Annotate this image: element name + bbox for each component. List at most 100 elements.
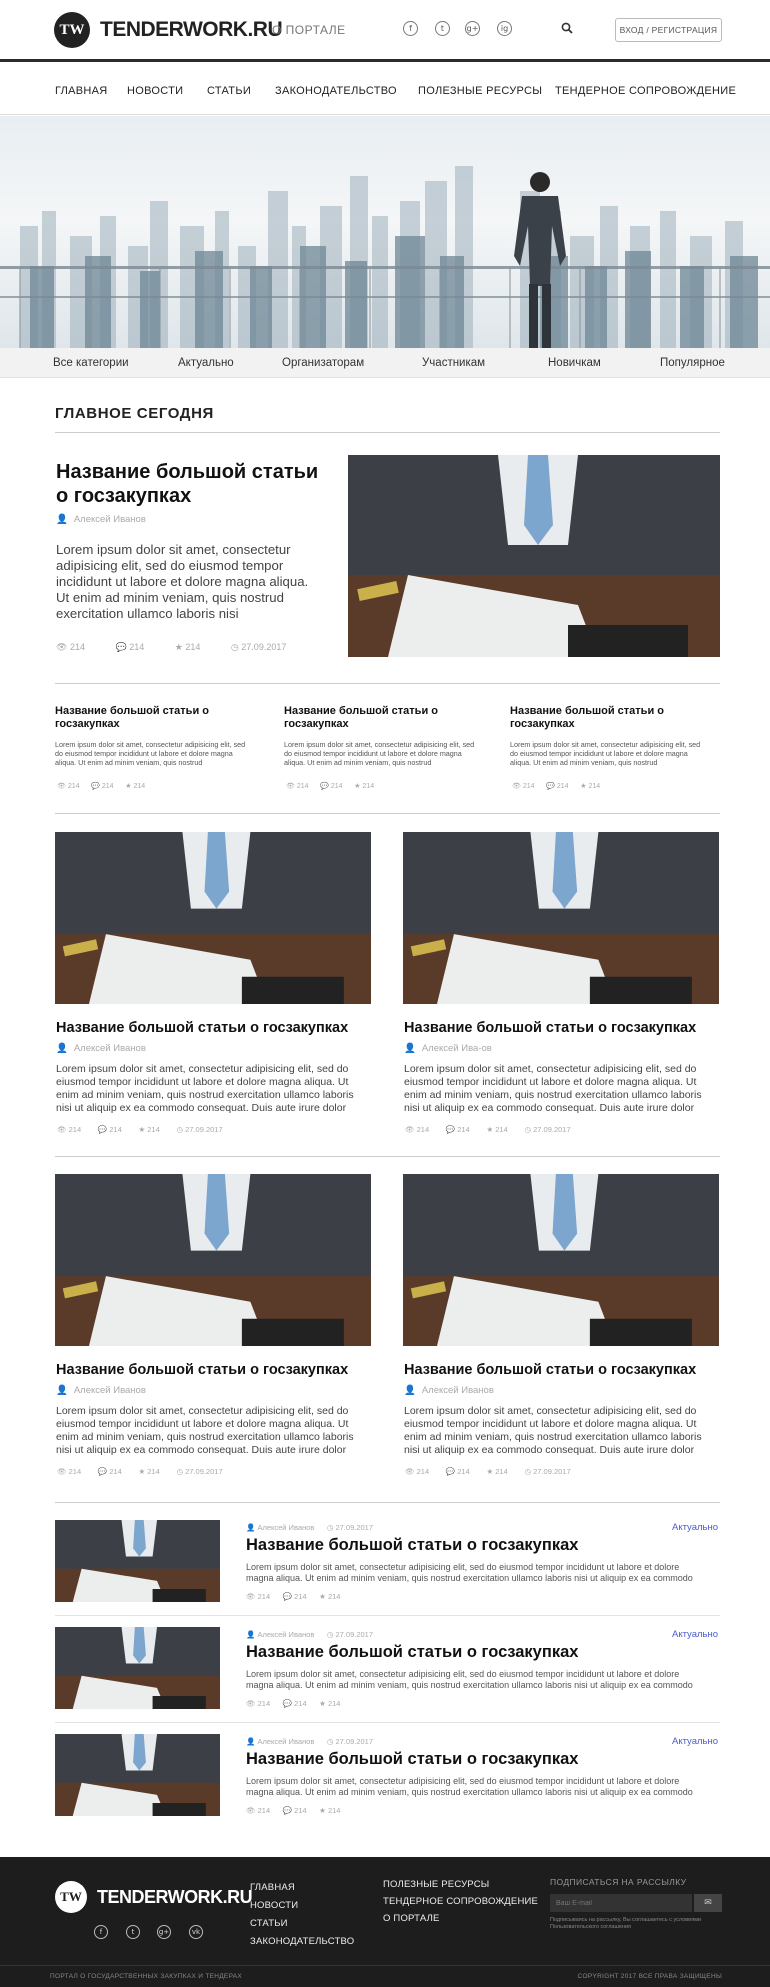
- comments-icon: 💬: [282, 1699, 292, 1708]
- small-article-title[interactable]: Название большой статьи о госзакупках: [510, 705, 700, 731]
- date-label: 27.09.2017: [241, 642, 287, 652]
- comments-count: 214: [129, 642, 145, 652]
- nav-item-news[interactable]: НОВОСТИ: [127, 85, 183, 97]
- card-author: 👤 Алексей Иванов: [404, 1385, 494, 1396]
- subscribe-label: ПОДПИСАТЬСЯ НА РАССЫЛКУ: [550, 1877, 687, 1887]
- clock-icon: ◷: [326, 1737, 334, 1746]
- footer-link-home[interactable]: ГЛАВНАЯ: [250, 1882, 295, 1893]
- email-field[interactable]: [550, 1894, 692, 1912]
- footer-link-resources[interactable]: ПОЛЕЗНЫЕ РЕСУРСЫ: [383, 1879, 489, 1890]
- category-beginners[interactable]: Новичкам: [548, 357, 601, 369]
- category-bar: Все категории Актуально Организаторам Уч…: [0, 348, 770, 378]
- category-organizers[interactable]: Организаторам: [282, 357, 364, 369]
- views-icon: 👁: [56, 643, 68, 653]
- login-button[interactable]: ВХОД / РЕГИСТРАЦИЯ: [615, 18, 722, 42]
- category-participants[interactable]: Участникам: [422, 357, 485, 369]
- list-item-text: Lorem ipsum dolor sit amet, consectetur …: [246, 1776, 693, 1797]
- user-icon: 👤: [56, 1043, 68, 1054]
- user-icon: 👤: [404, 1043, 416, 1054]
- hero-banner: [0, 116, 770, 348]
- card-text: Lorem ipsum dolor sit amet, consectetur …: [56, 1063, 354, 1114]
- list-item-tag[interactable]: Актуально: [672, 1736, 718, 1747]
- clock-icon: ◷: [524, 1125, 531, 1134]
- site-logo[interactable]: TW TENDERWORK.RU: [54, 12, 283, 48]
- user-icon: 👤: [246, 1737, 256, 1746]
- list-item-meta-top: 👤 Алексей Иванов ◷ 27.09.2017: [246, 1630, 374, 1639]
- list-item-image[interactable]: [55, 1627, 220, 1709]
- search-icon[interactable]: [561, 22, 575, 36]
- user-icon: 👤: [246, 1630, 256, 1639]
- google-plus-icon[interactable]: g+: [465, 21, 480, 36]
- views-icon: 👁: [57, 1467, 67, 1476]
- small-article-meta: 👁 214 💬 214 ★ 214: [286, 782, 375, 790]
- star-icon: ★: [138, 1467, 146, 1476]
- featured-image[interactable]: [348, 455, 720, 657]
- category-popular[interactable]: Популярное: [660, 357, 725, 369]
- clock-icon: ◷: [524, 1467, 531, 1476]
- featured-author: 👤 Алексей Иванов: [56, 514, 146, 525]
- card-image[interactable]: [55, 1174, 371, 1346]
- instagram-icon[interactable]: ig: [497, 21, 512, 36]
- views-icon: 👁: [512, 782, 521, 790]
- card-meta: 👁 214 💬 214 ★ 214 ◷ 27.09.2017: [405, 1125, 571, 1134]
- nav-item-resources[interactable]: ПОЛЕЗНЫЕ РЕСУРСЫ: [418, 85, 542, 97]
- small-article-meta: 👁 214 💬 214 ★ 214: [57, 782, 146, 790]
- user-icon: 👤: [404, 1385, 416, 1396]
- google-plus-icon[interactable]: g+: [157, 1925, 171, 1939]
- vk-icon[interactable]: vk: [189, 1925, 203, 1939]
- category-actual[interactable]: Актуально: [178, 357, 234, 369]
- twitter-icon[interactable]: t: [435, 21, 450, 36]
- views-icon: 👁: [246, 1806, 256, 1815]
- footer-link-legislation[interactable]: ЗАКОНОДАТЕЛЬСТВО: [250, 1936, 354, 1947]
- envelope-icon: ✉: [704, 1898, 712, 1908]
- facebook-icon[interactable]: f: [403, 21, 418, 36]
- logo-mark: TW: [55, 1881, 87, 1913]
- small-article-text: Lorem ipsum dolor sit amet, consectetur …: [284, 740, 475, 767]
- footer-link-news[interactable]: НОВОСТИ: [250, 1900, 298, 1911]
- star-icon: ★: [174, 643, 183, 653]
- footer-link-articles[interactable]: СТАТЬИ: [250, 1918, 288, 1929]
- nav-item-articles[interactable]: СТАТЬИ: [207, 85, 251, 97]
- featured-title[interactable]: Название большой статьи о госзакупках: [56, 460, 326, 508]
- nav-item-tender-support[interactable]: ТЕНДЕРНОЕ СОПРОВОЖДЕНИЕ: [555, 85, 736, 97]
- list-item-meta-top: 👤 Алексей Иванов ◷ 27.09.2017: [246, 1523, 374, 1532]
- facebook-icon[interactable]: f: [94, 1925, 108, 1939]
- divider: [55, 1156, 720, 1157]
- footer-link-tender-support[interactable]: ТЕНДЕРНОЕ СОПРОВОЖДЕНИЕ: [383, 1896, 538, 1907]
- small-article-title[interactable]: Название большой статьи о госзакупках: [55, 705, 245, 731]
- list-item-title[interactable]: Название большой статьи о госзакупках: [246, 1643, 578, 1662]
- card-title[interactable]: Название большой статьи о госзакупках: [404, 1362, 696, 1378]
- divider: [55, 1615, 720, 1616]
- city-skyline-image: [0, 166, 770, 348]
- twitter-icon[interactable]: t: [126, 1925, 140, 1939]
- clock-icon: ◷: [176, 1125, 183, 1134]
- card-image[interactable]: [55, 832, 371, 1004]
- clock-icon: ◷: [326, 1630, 334, 1639]
- small-article-title[interactable]: Название большой статьи о госзакупках: [284, 705, 474, 731]
- footer-link-about[interactable]: О ПОРТАЛЕ: [383, 1913, 440, 1924]
- card-image[interactable]: [403, 832, 719, 1004]
- comments-icon: 💬: [282, 1806, 292, 1815]
- nav-item-legislation[interactable]: ЗАКОНОДАТЕЛЬСТВО: [275, 85, 397, 97]
- list-item-image[interactable]: [55, 1520, 220, 1602]
- card-image[interactable]: [403, 1174, 719, 1346]
- list-item-title[interactable]: Название большой статьи о госзакупках: [246, 1536, 578, 1555]
- category-all[interactable]: Все категории: [53, 357, 129, 369]
- comments-icon: 💬: [282, 1592, 292, 1601]
- list-item-image[interactable]: [55, 1734, 220, 1816]
- likes-count: 214: [185, 642, 201, 652]
- comments-icon: 💬: [445, 1467, 456, 1476]
- footer-logo[interactable]: TW TENDERWORK.RU: [55, 1881, 253, 1913]
- card-title[interactable]: Название большой статьи о госзакупках: [56, 1362, 348, 1378]
- star-icon: ★: [580, 782, 587, 790]
- about-link[interactable]: О ПОРТАЛЕ: [272, 23, 346, 37]
- subscribe-button[interactable]: ✉: [694, 1894, 722, 1912]
- list-item-tag[interactable]: Актуально: [672, 1629, 718, 1640]
- nav-item-home[interactable]: ГЛАВНАЯ: [55, 85, 108, 97]
- list-item-title[interactable]: Название большой статьи о госзакупках: [246, 1750, 578, 1769]
- card-title[interactable]: Название большой статьи о госзакупках: [56, 1020, 348, 1036]
- views-icon: 👁: [405, 1467, 415, 1476]
- comments-icon: 💬: [97, 1467, 108, 1476]
- card-title[interactable]: Название большой статьи о госзакупках: [404, 1020, 696, 1036]
- list-item-tag[interactable]: Актуально: [672, 1522, 718, 1533]
